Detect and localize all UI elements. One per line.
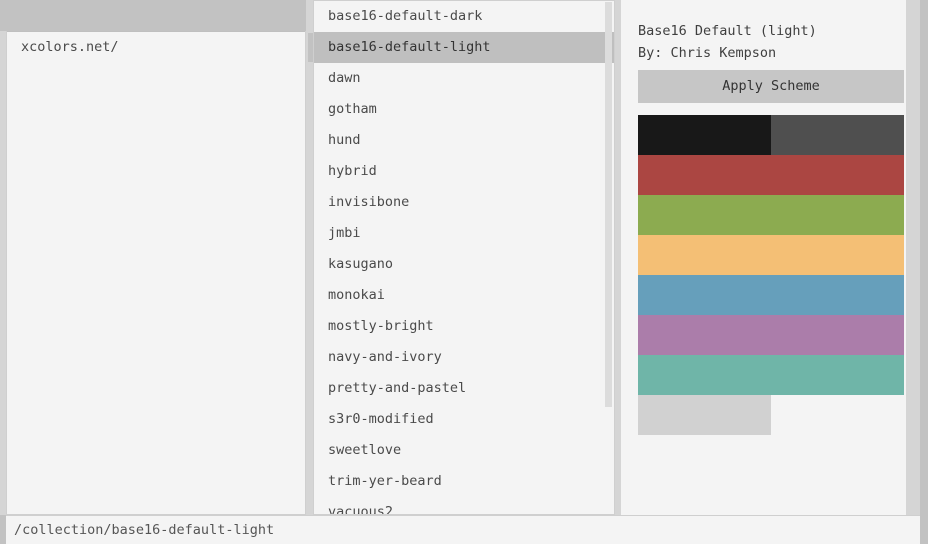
color-swatch-row [638, 235, 904, 275]
scheme-item-label: s3r0-modified [328, 411, 434, 427]
sources-pane: collection/xcolors.net/ [6, 0, 306, 515]
scheme-item-label: mostly-bright [328, 318, 434, 334]
scheme-item[interactable]: base16-default-dark [314, 1, 614, 32]
scheme-item-label: monokai [328, 287, 385, 303]
color-swatch [771, 195, 904, 235]
color-swatch-grid [638, 115, 904, 435]
color-swatch [771, 275, 904, 315]
scheme-item[interactable]: sweetlove [314, 435, 614, 466]
scheme-item[interactable]: jmbi [314, 218, 614, 249]
scheme-item[interactable]: mostly-bright [314, 311, 614, 342]
color-swatch [638, 155, 771, 195]
scheme-preview-pane: Base16 Default (light) By: Chris Kempson… [621, 0, 906, 515]
scheme-item-label: sweetlove [328, 442, 402, 458]
source-item[interactable]: xcolors.net/ [7, 32, 305, 63]
scheme-item[interactable]: vacuous2 [314, 497, 614, 515]
scheme-item[interactable]: hund [314, 125, 614, 156]
scheme-item[interactable]: kasugano [314, 249, 614, 280]
scheme-item[interactable]: s3r0-modified [314, 404, 614, 435]
scheme-item[interactable]: base16-default-light [314, 32, 614, 63]
scheme-item-label: base16-default-light [328, 39, 491, 55]
scheme-item[interactable]: navy-and-ivory [314, 342, 614, 373]
color-swatch [771, 155, 904, 195]
status-bar-left-edge [0, 515, 6, 544]
color-swatch-row [638, 115, 904, 155]
scheme-item-label: jmbi [328, 225, 361, 241]
scheme-list: base16-default-dark base16-default-light d… [314, 1, 614, 515]
scheme-item-label: vacuous2 [328, 504, 394, 515]
window-right-edge-scrollbar[interactable] [920, 0, 928, 515]
color-swatch [638, 115, 771, 155]
color-swatch [771, 315, 904, 355]
scheme-item[interactable]: pretty-and-pastel [314, 373, 614, 404]
apply-scheme-button[interactable]: Apply Scheme [638, 70, 904, 103]
scheme-name: Base16 Default (light) [638, 23, 817, 39]
pane-gap-left-middle [306, 0, 313, 515]
scheme-item-label: gotham [328, 101, 377, 117]
status-bar-right-edge [920, 515, 928, 544]
color-swatch [638, 395, 771, 435]
scheme-item-label: dawn [328, 70, 361, 86]
color-swatch [638, 355, 771, 395]
color-swatch [771, 395, 904, 435]
scheme-item-label: kasugano [328, 256, 394, 272]
scheme-item[interactable]: gotham [314, 94, 614, 125]
color-swatch [771, 115, 904, 155]
scheme-list-scrollbar-thumb[interactable] [605, 2, 612, 407]
scheme-item[interactable]: dawn [314, 63, 614, 94]
scheme-list-pane[interactable]: base16-default-dark base16-default-light d… [313, 0, 615, 515]
source-item-label: xcolors.net/ [21, 39, 119, 55]
scheme-author: By: Chris Kempson [638, 45, 777, 61]
color-swatch-row [638, 155, 904, 195]
color-swatch [638, 275, 771, 315]
scheme-item-label: trim-yer-beard [328, 473, 442, 489]
scheme-item-label: hund [328, 132, 361, 148]
color-swatch [771, 355, 904, 395]
color-swatch [771, 235, 904, 275]
scheme-info: Base16 Default (light) By: Chris Kempson [638, 20, 906, 64]
status-bar-path: /collection/base16-default-light [14, 522, 275, 538]
sources-pane-selected-band [0, 0, 306, 31]
scheme-item-label: hybrid [328, 163, 377, 179]
scheme-item[interactable]: trim-yer-beard [314, 466, 614, 497]
status-bar: /collection/base16-default-light [0, 515, 928, 544]
color-swatch [638, 195, 771, 235]
color-swatch [638, 235, 771, 275]
color-swatch-row [638, 355, 904, 395]
scheme-item-label: navy-and-ivory [328, 349, 442, 365]
scheme-item[interactable]: monokai [314, 280, 614, 311]
scheme-list-scrollbar-track[interactable] [605, 2, 613, 513]
scheme-item[interactable]: hybrid [314, 156, 614, 187]
panes-container: collection/xcolors.net/ base16-default-d… [0, 0, 928, 515]
scheme-item-label: pretty-and-pastel [328, 380, 467, 396]
color-swatch-row [638, 275, 904, 315]
color-swatch-row [638, 395, 904, 435]
color-swatch-row [638, 315, 904, 355]
color-swatch [638, 315, 771, 355]
color-swatch-row [638, 195, 904, 235]
app-window: collection/xcolors.net/ base16-default-d… [0, 0, 928, 544]
scheme-item-label: base16-default-dark [328, 8, 483, 24]
scheme-item-label: invisibone [328, 194, 410, 210]
scheme-item[interactable]: invisibone [314, 187, 614, 218]
